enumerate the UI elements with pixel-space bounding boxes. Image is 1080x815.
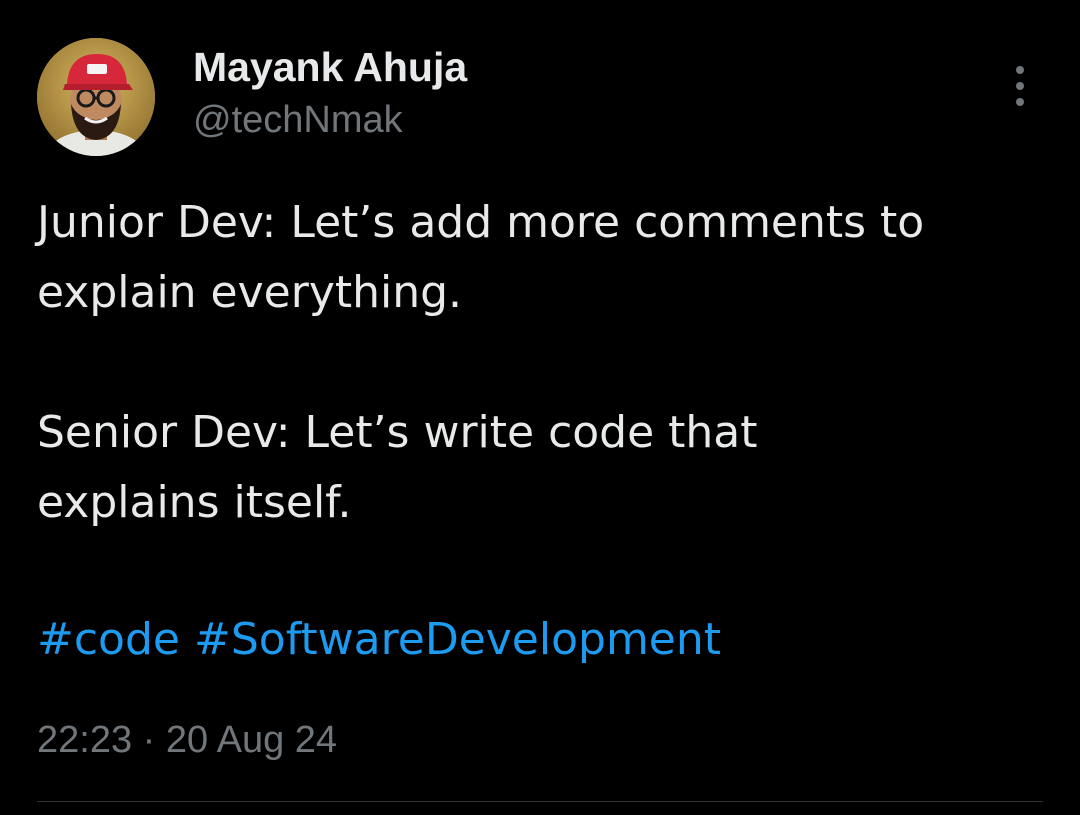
timestamp-separator: ·: [142, 719, 156, 761]
tweet-timestamp[interactable]: 22:23 · 20 Aug 24: [37, 712, 337, 768]
vertical-ellipsis-icon: [1016, 82, 1024, 90]
tweet-text: Junior Dev: Let’s add more comments to e…: [37, 188, 1047, 608]
vertical-ellipsis-icon: [1016, 66, 1024, 74]
hashtag-link[interactable]: #SoftwareDevelopment: [194, 614, 721, 665]
tweet-time: 22:23: [37, 719, 133, 761]
hashtag-link[interactable]: #code: [37, 614, 180, 665]
avatar-image: [37, 38, 155, 156]
divider: [37, 801, 1043, 802]
tweet-date: 20 Aug 24: [165, 719, 338, 761]
tweet-paragraph: Junior Dev: Let’s add more comments to e…: [37, 197, 925, 318]
more-options-button[interactable]: [1000, 62, 1040, 110]
avatar[interactable]: [37, 38, 155, 156]
author-name[interactable]: Mayank Ahuja: [193, 42, 467, 92]
tweet-card: Mayank Ahuja @techNmak Junior Dev: Let’s…: [0, 0, 1080, 815]
vertical-ellipsis-icon: [1016, 98, 1024, 106]
author-handle[interactable]: @techNmak: [193, 96, 403, 144]
tweet-paragraph: Senior Dev: Let’s write code that explai…: [37, 407, 758, 528]
hashtag-list: #code #SoftwareDevelopment: [37, 605, 721, 675]
